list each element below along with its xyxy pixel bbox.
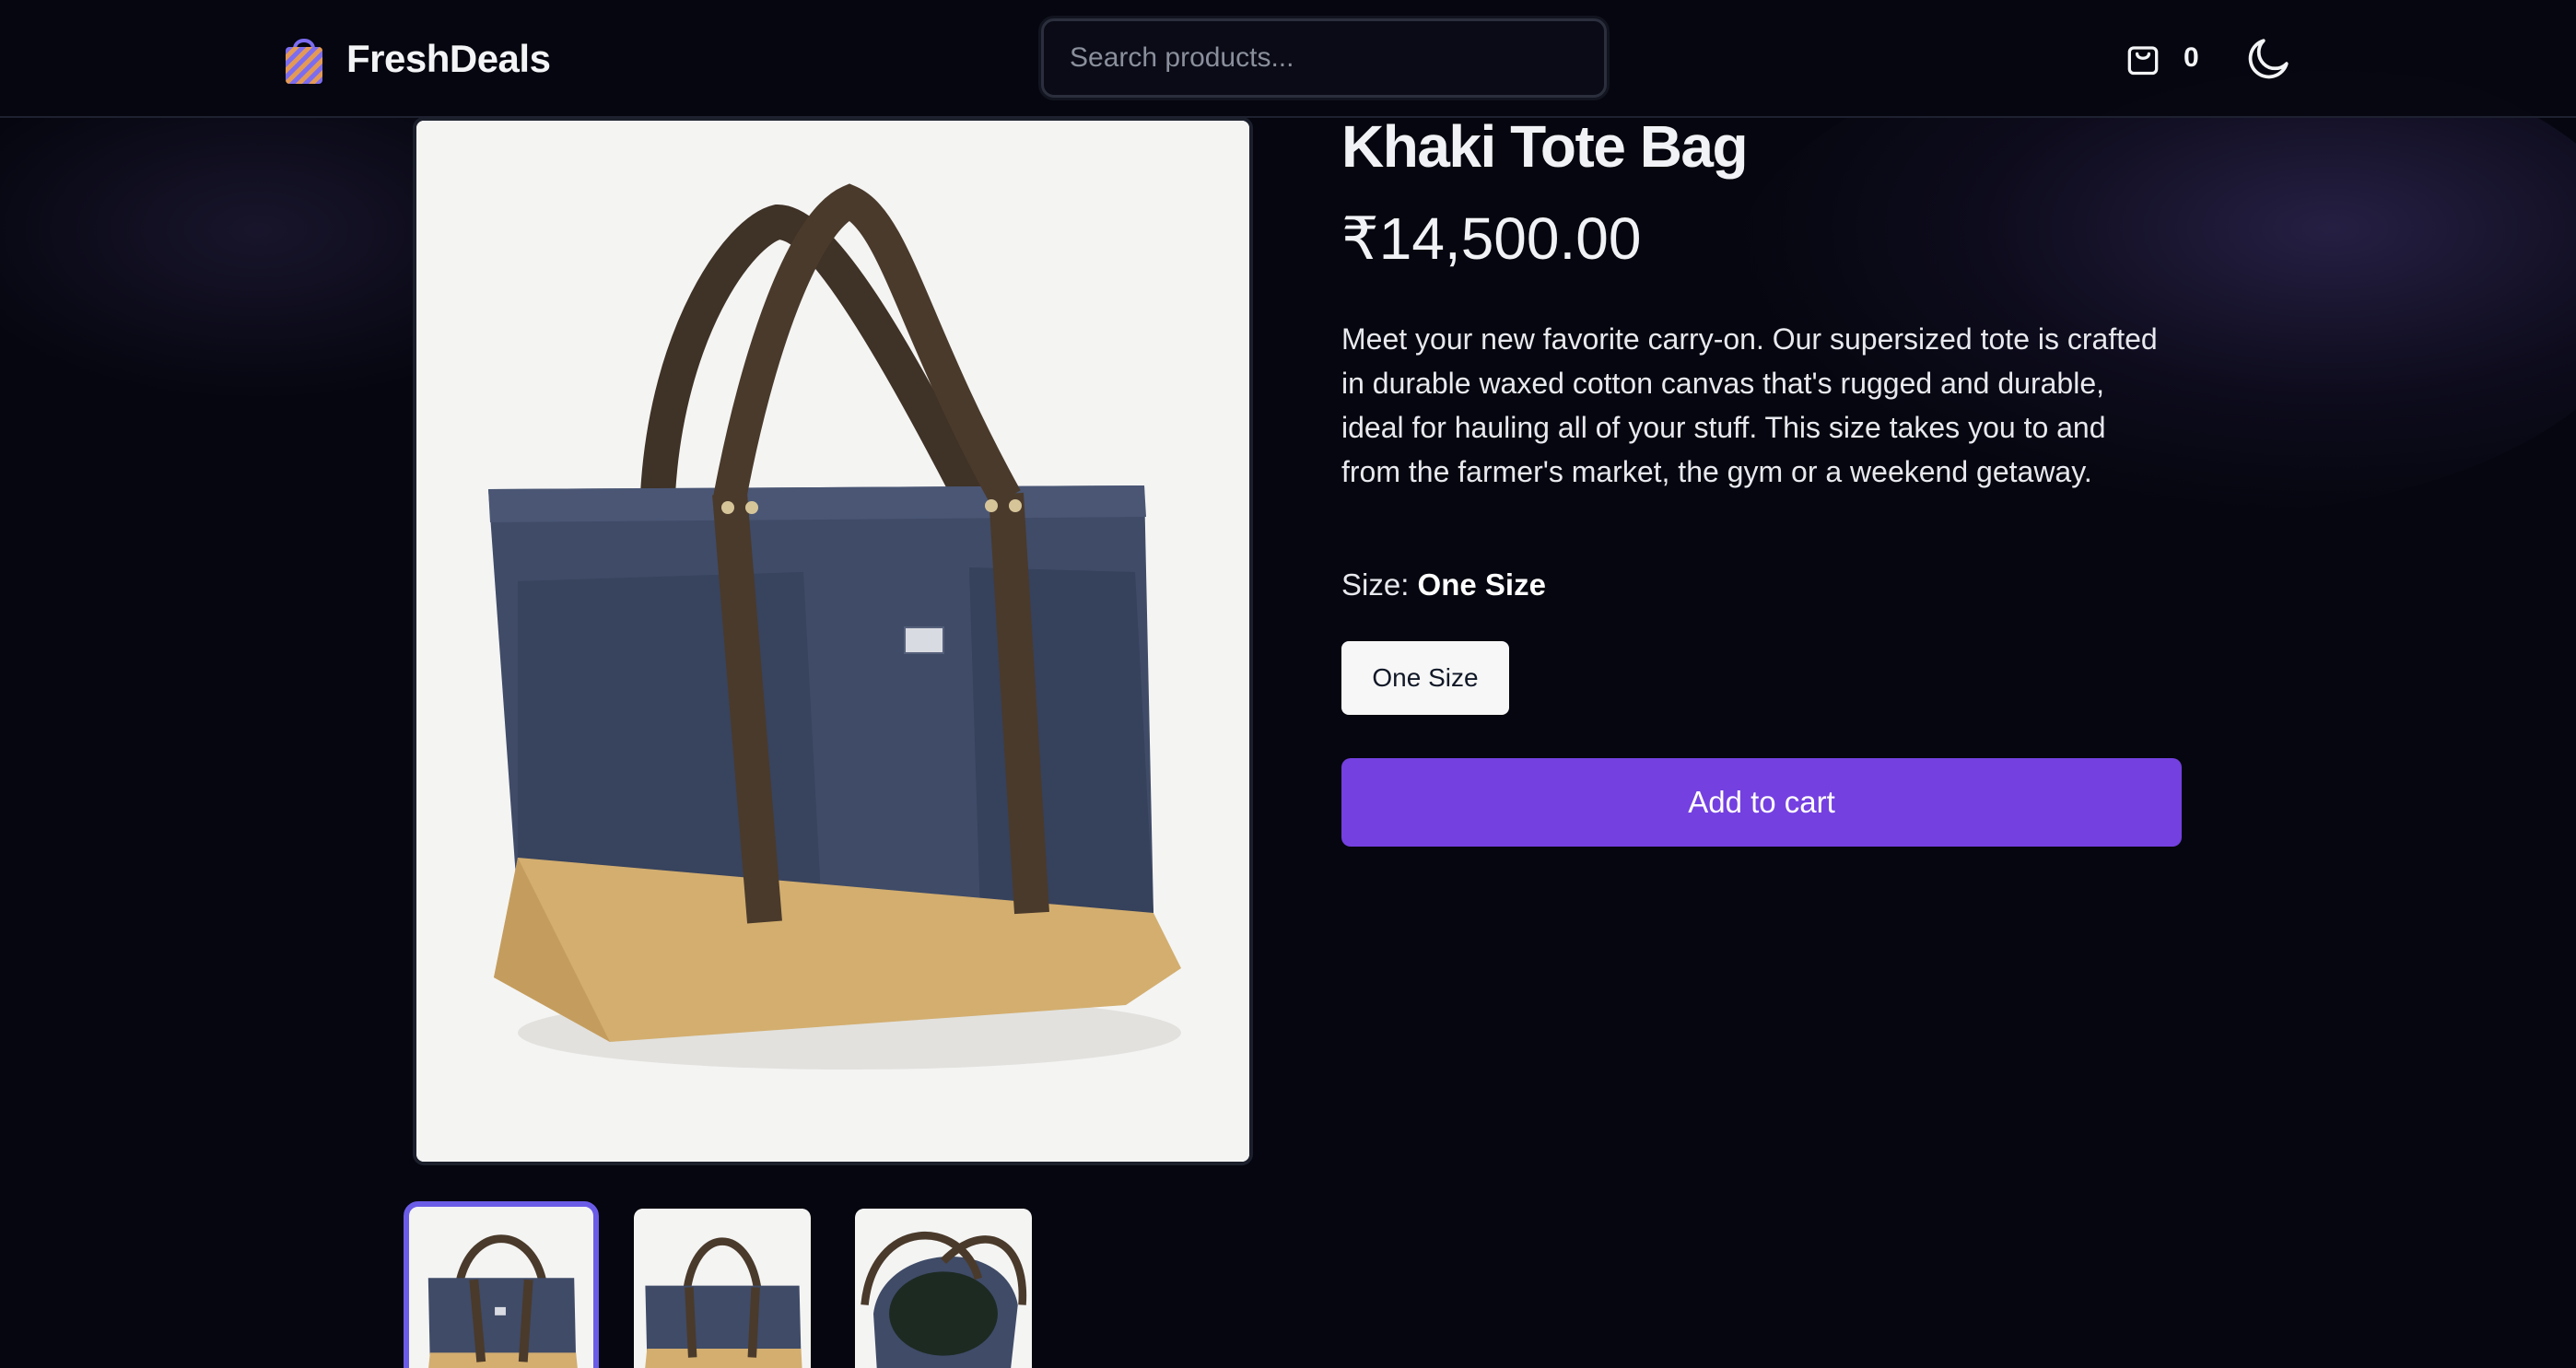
thumbnail-side-image [635,1209,810,1368]
product-main-image [413,117,1253,1165]
cart-button[interactable]: 0 [2123,35,2199,81]
size-selector-label: Size: One Size [1341,567,1546,602]
thumbnail-interior-image [856,1209,1031,1368]
search-input[interactable] [1044,21,1604,95]
size-label-text: Size: [1341,567,1410,602]
thumbnail-1[interactable] [404,1201,599,1368]
thumbnail-2[interactable] [634,1209,811,1368]
add-to-cart-button[interactable]: Add to cart [1341,758,2182,847]
size-option-button[interactable]: One Size [1341,641,1509,715]
theme-toggle-button[interactable] [2242,33,2294,85]
thumbnail-front-image [410,1207,592,1368]
cart-count: 0 [2184,42,2199,73]
shopping-bag-icon [286,39,322,84]
product-description: Meet your new favorite carry-on. Our sup… [1341,322,2158,488]
top-navbar: FreshDeals 0 [0,0,2576,118]
product-title: Khaki Tote Bag [1341,113,1749,180]
moon-icon [2248,39,2289,79]
selected-size-value: One Size [1417,567,1546,602]
cart-icon [2127,46,2159,76]
product-price: ₹14,500.00 [1341,205,1642,272]
thumbnail-3[interactable] [855,1209,1032,1368]
tote-bag-image [416,121,1249,1162]
brand-name: FreshDeals [346,37,551,80]
search-box[interactable] [1041,18,1607,98]
brand-link[interactable]: FreshDeals [282,29,551,88]
product-page: FreshDeals 0 [0,0,2576,1368]
